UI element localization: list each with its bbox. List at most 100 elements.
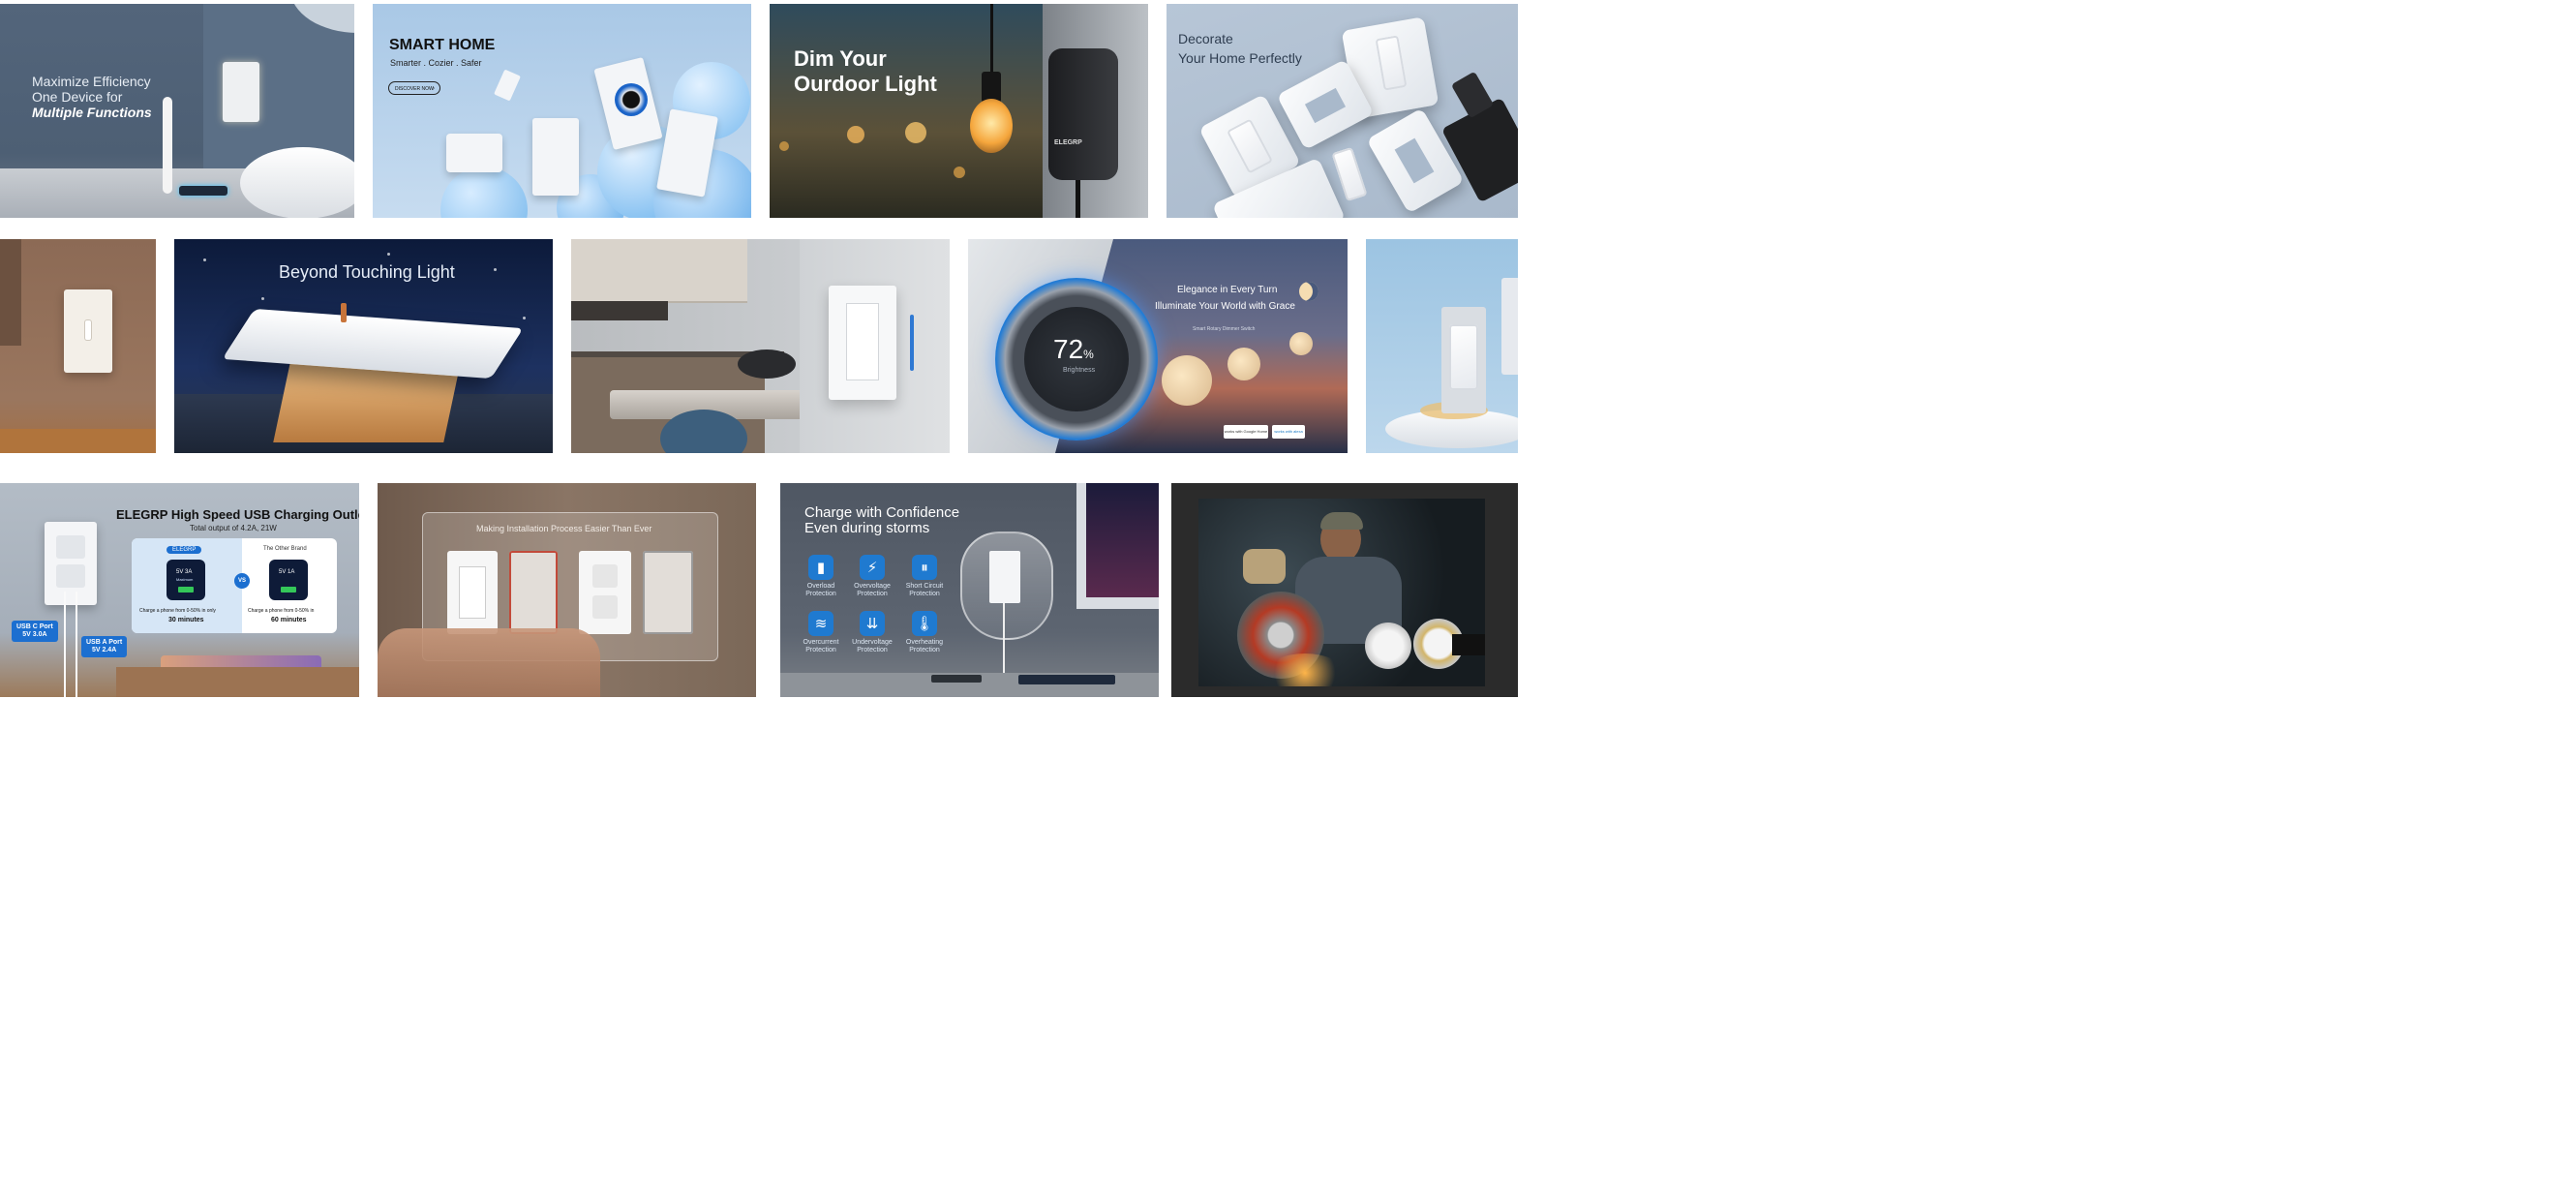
star (203, 258, 206, 261)
sink-basin (240, 147, 354, 218)
discover-now-button[interactable]: DISCOVER NOW › (388, 81, 440, 95)
tile-caption: Smart Rotary Dimmer Switch (1193, 326, 1256, 332)
port-rating: 5V 3.0A (22, 631, 47, 638)
lightning-icon: ⚡ (860, 555, 885, 580)
port-name: USB A Port (86, 639, 123, 646)
dial-label: Brightness (1063, 367, 1096, 374)
storm-window (1086, 483, 1159, 597)
gallery-tile-outdoor-dimmer[interactable]: ELEGRP Dim Your Ourdoor Light (770, 4, 1148, 218)
wall-frame (0, 239, 21, 346)
badge-label: works with alexa (1274, 429, 1303, 434)
outlet-plate (45, 522, 97, 605)
giant-switch (222, 308, 524, 380)
circuit-icon: ⏸ (912, 555, 937, 580)
outlet-receptacle (592, 564, 618, 588)
bokeh-light (847, 126, 864, 143)
phone-on-desk (931, 675, 982, 683)
outlet-receptacle (592, 595, 618, 619)
gallery-tile-beyond-touching-light[interactable]: Beyond Touching Light (174, 239, 553, 453)
gallery-tile-workshop[interactable] (1171, 483, 1518, 697)
outlet-plate (223, 62, 259, 122)
bokeh-light (779, 141, 789, 151)
charging-phone (179, 186, 227, 196)
twist-lock-plug (1365, 623, 1411, 669)
charging-cable (64, 592, 66, 697)
tile-title: ELEGRP High Speed USB Charging Outlet (116, 507, 359, 522)
tile-title: SMART HOME (389, 37, 496, 53)
glowing-bulb (970, 99, 1013, 153)
star (387, 253, 390, 256)
elegrp-brand-badge: ELEGRP (167, 546, 202, 554)
thermometer-icon: 🌡 (912, 611, 937, 636)
gallery-tile-bathroom-outlet[interactable]: Maximize Efficiency One Device for Multi… (0, 4, 354, 218)
battery-icon: ▮ (808, 555, 833, 580)
gallery-tile-kitchen-dimmer[interactable] (571, 239, 950, 453)
dial-number: 72 (1053, 334, 1084, 364)
star (494, 268, 497, 271)
tile-title-line1: Dim Your (794, 46, 887, 71)
tile-subtitle: Total output of 4.2A, 21W (190, 524, 277, 532)
charging-cable (76, 592, 77, 697)
tile-title: Making Installation Process Easier Than … (476, 524, 652, 533)
decora-switch (1331, 146, 1368, 202)
device-cable (1076, 180, 1080, 218)
feature-line2: Protection (909, 591, 940, 597)
toothbrush (163, 97, 172, 194)
dial-unit: % (1083, 348, 1094, 361)
other-desc: Charge a phone from 0-50% in (248, 608, 315, 614)
tile-title-line2: Even during storms (804, 520, 930, 536)
dimmer-switch (532, 118, 579, 196)
glove (1243, 549, 1286, 584)
tile-title-line2: Your Home Perfectly (1178, 50, 1302, 66)
gallery-tile-rotary-dimmer[interactable]: 72% Brightness Elegance in Every Turn Il… (968, 239, 1348, 453)
usb-c-port-label: USB C Port 5V 3.0A (12, 621, 58, 642)
gallery-tile-brown-wall-switch[interactable] (0, 239, 156, 453)
star (261, 297, 264, 300)
gallery-tile-smart-home[interactable]: SMART HOME Smarter . Cozier . Safer DISC… (373, 4, 751, 218)
gallery-tile-usb-outlet[interactable]: ELEGRP High Speed USB Charging Outlet To… (0, 483, 359, 697)
elegrp-time: 30 minutes (168, 617, 204, 623)
charging-cable (1003, 603, 1005, 681)
other-phone-icon (269, 560, 308, 600)
switch-back-module (509, 551, 558, 634)
outlet-back-module (643, 551, 693, 634)
tile-title-line1: Charge with Confidence (804, 504, 960, 521)
tile-title-line1: Decorate (1178, 31, 1233, 46)
workshop-photo (1198, 499, 1485, 686)
tablet-on-desk (1018, 675, 1115, 684)
wave-icon: ≋ (808, 611, 833, 636)
skater-figure (341, 303, 347, 322)
gallery-tile-switch-on-pedestal[interactable] (1366, 239, 1518, 453)
button-label: DISCOVER NOW (395, 86, 434, 92)
camera-lens (615, 83, 648, 116)
protection-feature-label: Overheating Protection (866, 639, 983, 654)
crescent-moon (1299, 282, 1318, 301)
other-brand-label: The Other Brand (263, 546, 307, 552)
tile-title-line2: Illuminate Your World with Grace (1155, 301, 1295, 312)
outlet-plate (579, 551, 631, 634)
dial-value: 72% (1053, 334, 1094, 365)
tile-text-line1: Maximize Efficiency (32, 74, 151, 89)
bokeh-light (954, 167, 965, 178)
battery-icon (281, 587, 296, 592)
moon (1289, 332, 1313, 355)
chevron-right-icon: › (432, 85, 435, 92)
outdoor-dimmer-device (1048, 48, 1118, 180)
protection-feature-label: Short Circuit Protection (866, 583, 983, 598)
comparison-panel: ELEGRP 5V 3A Maximum Charge a phone from… (132, 538, 337, 633)
gallery-tile-installation[interactable]: Making Installation Process Easier Than … (378, 483, 756, 697)
bokeh-light (905, 122, 926, 143)
smart-plug (446, 134, 502, 172)
dimmer-paddle (846, 303, 879, 380)
upper-cabinets (571, 239, 747, 303)
down-arrows-icon: ⇊ (860, 611, 885, 636)
fruit-bowl (738, 349, 796, 379)
tile-title-line2: Ourdoor Light (794, 72, 937, 96)
gallery-tile-wall-plates[interactable]: Decorate Your Home Perfectly (1167, 4, 1518, 218)
gallery-tile-surge-protection[interactable]: Charge with Confidence Even during storm… (780, 483, 1159, 697)
brand-label: ELEGRP (1054, 139, 1082, 146)
mini-switch (494, 69, 521, 102)
tile-text-line2: One Device for (32, 89, 123, 105)
moon (1162, 355, 1212, 406)
other-time: 60 minutes (271, 617, 307, 623)
